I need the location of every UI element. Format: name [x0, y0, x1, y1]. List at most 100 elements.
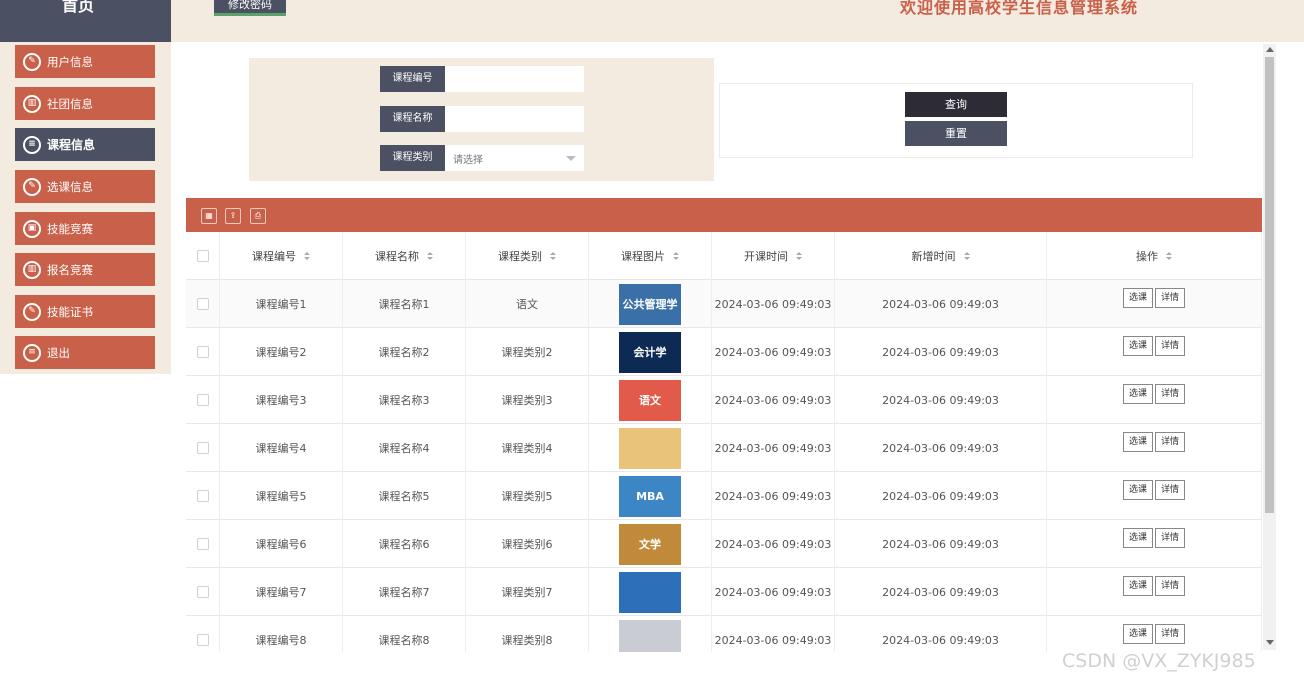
- course-thumbnail[interactable]: 公共管理学: [619, 283, 681, 325]
- row-checkbox-cell: [186, 328, 220, 376]
- cell-added-time: 2024-03-06 09:49:03: [835, 616, 1047, 652]
- sidebar-item-6[interactable]: ▥ 报名竞赛: [15, 253, 155, 286]
- detail-button[interactable]: 详情: [1155, 624, 1186, 644]
- scrollbar-thumb[interactable]: [1265, 57, 1274, 513]
- sort-icon[interactable]: [550, 251, 556, 261]
- cell-name: 课程名称5: [343, 472, 466, 520]
- sidebar-item-3[interactable]: ≡ 课程信息: [15, 128, 155, 161]
- sidebar-item-4[interactable]: ✎ 选课信息: [15, 170, 155, 203]
- detail-button[interactable]: 详情: [1155, 528, 1186, 548]
- course-name-row: 课程名称: [380, 106, 584, 132]
- cell-image: 公共管理学: [589, 280, 712, 328]
- detail-button[interactable]: 详情: [1155, 336, 1186, 356]
- cell-name: 课程名称2: [343, 328, 466, 376]
- course-type-select[interactable]: 请选择: [445, 145, 584, 171]
- select-course-button[interactable]: 选课: [1122, 336, 1153, 356]
- cell-id: 课程编号2: [220, 328, 343, 376]
- column-header-5[interactable]: 开课时间: [712, 232, 835, 280]
- sort-icon[interactable]: [1166, 251, 1172, 261]
- row-checkbox[interactable]: [196, 298, 209, 310]
- row-checkbox[interactable]: [196, 394, 209, 406]
- sidebar-item-1[interactable]: ✎ 用户信息: [15, 45, 155, 78]
- chevron-down-icon: [566, 155, 576, 161]
- cell-id: 课程编号5: [220, 472, 343, 520]
- sidebar-item-8[interactable]: ≡ 退出: [15, 336, 155, 369]
- scroll-up-icon[interactable]: [1266, 47, 1274, 52]
- sidebar-item-2[interactable]: ▥ 社团信息: [15, 87, 155, 120]
- edit-icon: ✎: [23, 302, 41, 321]
- column-header-4[interactable]: 课程图片: [589, 232, 712, 280]
- row-checkbox[interactable]: [196, 490, 209, 502]
- course-name-input[interactable]: [445, 106, 584, 132]
- detail-button[interactable]: 详情: [1155, 576, 1186, 596]
- course-table: ▦ ⇪ ⎙ 课程编号 课程名称 课程类别 课程图片 开课时间 新增时间 操作 课程编号1 课程…: [186, 198, 1262, 652]
- row-checkbox[interactable]: [196, 442, 209, 454]
- sidebar-item-label: 社团信息: [47, 96, 93, 111]
- course-thumbnail[interactable]: 会计学: [619, 331, 681, 373]
- column-header-7[interactable]: 操作: [1047, 232, 1262, 280]
- course-thumbnail[interactable]: [619, 427, 681, 469]
- query-button[interactable]: 查询: [905, 92, 1007, 117]
- sort-icon[interactable]: [304, 251, 310, 261]
- row-checkbox[interactable]: [196, 538, 209, 550]
- cell-image: MBA: [589, 472, 712, 520]
- detail-button[interactable]: 详情: [1155, 384, 1186, 404]
- welcome-title: 欢迎使用高校学生信息管理系统: [900, 0, 1139, 17]
- cell-actions: 选课 详情: [1047, 280, 1262, 328]
- course-thumbnail[interactable]: 文学: [619, 523, 681, 565]
- cell-actions: 选课 详情: [1047, 568, 1262, 616]
- sort-icon[interactable]: [796, 251, 802, 261]
- table-icon[interactable]: ▦: [201, 208, 217, 224]
- row-checkbox-cell: [186, 520, 220, 568]
- course-thumbnail[interactable]: MBA: [619, 475, 681, 517]
- column-header-2[interactable]: 课程名称: [343, 232, 466, 280]
- select-course-button[interactable]: 选课: [1122, 432, 1153, 452]
- course-id-input[interactable]: [445, 66, 584, 92]
- cell-id: 课程编号4: [220, 424, 343, 472]
- print-icon[interactable]: ⎙: [250, 208, 266, 224]
- cell-name: 课程名称7: [343, 568, 466, 616]
- select-course-button[interactable]: 选课: [1122, 384, 1153, 404]
- select-course-button[interactable]: 选课: [1122, 288, 1153, 308]
- scroll-down-icon[interactable]: [1266, 640, 1274, 645]
- row-checkbox[interactable]: [196, 346, 209, 358]
- sort-icon[interactable]: [427, 251, 433, 261]
- reset-button[interactable]: 重置: [905, 121, 1007, 146]
- cell-image: [589, 568, 712, 616]
- cell-type: 课程类别3: [466, 376, 589, 424]
- select-course-button[interactable]: 选课: [1122, 624, 1153, 644]
- row-checkbox[interactable]: [196, 586, 209, 598]
- column-header-label: 新增时间: [911, 250, 956, 263]
- row-checkbox[interactable]: [196, 634, 209, 646]
- cell-added-time: 2024-03-06 09:49:03: [835, 472, 1047, 520]
- column-header-3[interactable]: 课程类别: [466, 232, 589, 280]
- cell-actions: 选课 详情: [1047, 520, 1262, 568]
- sort-icon[interactable]: [673, 251, 679, 261]
- sidebar-item-5[interactable]: ▣ 技能竞赛: [15, 212, 155, 245]
- cell-id: 课程编号3: [220, 376, 343, 424]
- row-checkbox-cell: [186, 568, 220, 616]
- select-all-checkbox[interactable]: [196, 250, 209, 262]
- detail-button[interactable]: 详情: [1155, 480, 1186, 500]
- cell-actions: 选课 详情: [1047, 328, 1262, 376]
- select-course-button[interactable]: 选课: [1122, 528, 1153, 548]
- sort-icon[interactable]: [963, 251, 970, 261]
- column-header-label: 课程编号: [252, 250, 296, 263]
- course-thumbnail[interactable]: [619, 619, 681, 652]
- select-course-button[interactable]: 选课: [1122, 576, 1153, 596]
- detail-button[interactable]: 详情: [1155, 288, 1186, 308]
- sidebar-item-7[interactable]: ✎ 技能证书: [15, 295, 155, 328]
- course-thumbnail[interactable]: 语文: [619, 379, 681, 421]
- table-row: 课程编号1 课程名称1 语文 公共管理学 2024-03-06 09:49:03 2024…: [186, 280, 1262, 328]
- column-header-6[interactable]: 新增时间: [835, 232, 1047, 280]
- home-block[interactable]: 首页: [0, 0, 171, 42]
- select-course-button[interactable]: 选课: [1122, 480, 1153, 500]
- column-header-1[interactable]: 课程编号: [220, 232, 343, 280]
- bar-chart-icon: ▥: [23, 260, 41, 279]
- cell-added-time: 2024-03-06 09:49:03: [835, 424, 1047, 472]
- cell-image: 语文: [589, 376, 712, 424]
- change-password-button[interactable]: 修改密码: [214, 0, 286, 16]
- detail-button[interactable]: 详情: [1155, 432, 1186, 452]
- course-thumbnail[interactable]: [619, 571, 681, 613]
- upload-icon[interactable]: ⇪: [225, 208, 241, 224]
